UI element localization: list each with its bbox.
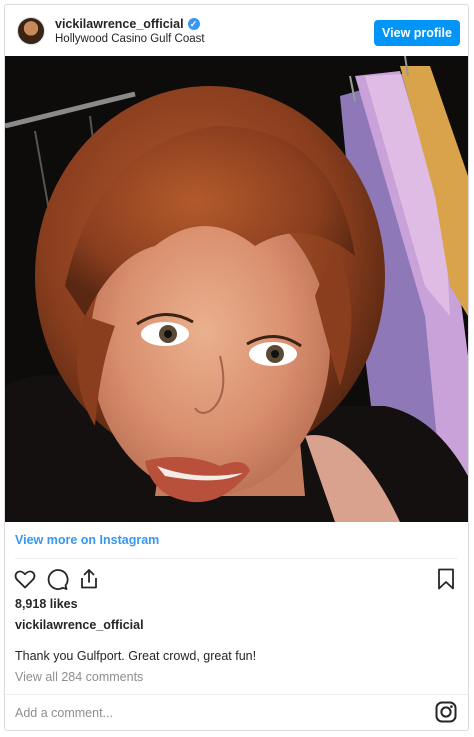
divider: [5, 694, 468, 695]
username-link[interactable]: vickilawrence_official: [55, 17, 184, 31]
heart-icon[interactable]: [13, 567, 37, 591]
like-count[interactable]: 8,918 likes: [15, 597, 78, 611]
instagram-logo-icon[interactable]: [434, 700, 458, 724]
selfie-image: [5, 56, 468, 522]
post-header: vickilawrence_official ✓ Hollywood Casin…: [5, 5, 468, 57]
action-bar: [13, 567, 101, 591]
avatar[interactable]: [17, 17, 45, 45]
username-row: vickilawrence_official ✓: [55, 17, 205, 31]
view-profile-button[interactable]: View profile: [374, 20, 460, 46]
caption-text: Thank you Gulfport. Great crowd, great f…: [15, 649, 257, 663]
user-block: vickilawrence_official ✓ Hollywood Casin…: [55, 17, 205, 45]
comment-icon[interactable]: [45, 567, 69, 591]
view-comments-link[interactable]: View all 284 comments: [15, 670, 143, 684]
divider: [15, 558, 458, 559]
location-link[interactable]: Hollywood Casino Gulf Coast: [55, 33, 205, 45]
add-comment-field[interactable]: Add a comment...: [15, 706, 113, 720]
verified-badge-icon: ✓: [187, 18, 200, 30]
post-photo[interactable]: [5, 56, 468, 522]
instagram-embed-card: vickilawrence_official ✓ Hollywood Casin…: [4, 4, 469, 731]
view-more-link[interactable]: View more on Instagram: [15, 533, 159, 547]
share-icon[interactable]: [77, 567, 101, 591]
caption-author[interactable]: vickilawrence_official: [15, 618, 144, 632]
bookmark-icon[interactable]: [434, 567, 458, 591]
